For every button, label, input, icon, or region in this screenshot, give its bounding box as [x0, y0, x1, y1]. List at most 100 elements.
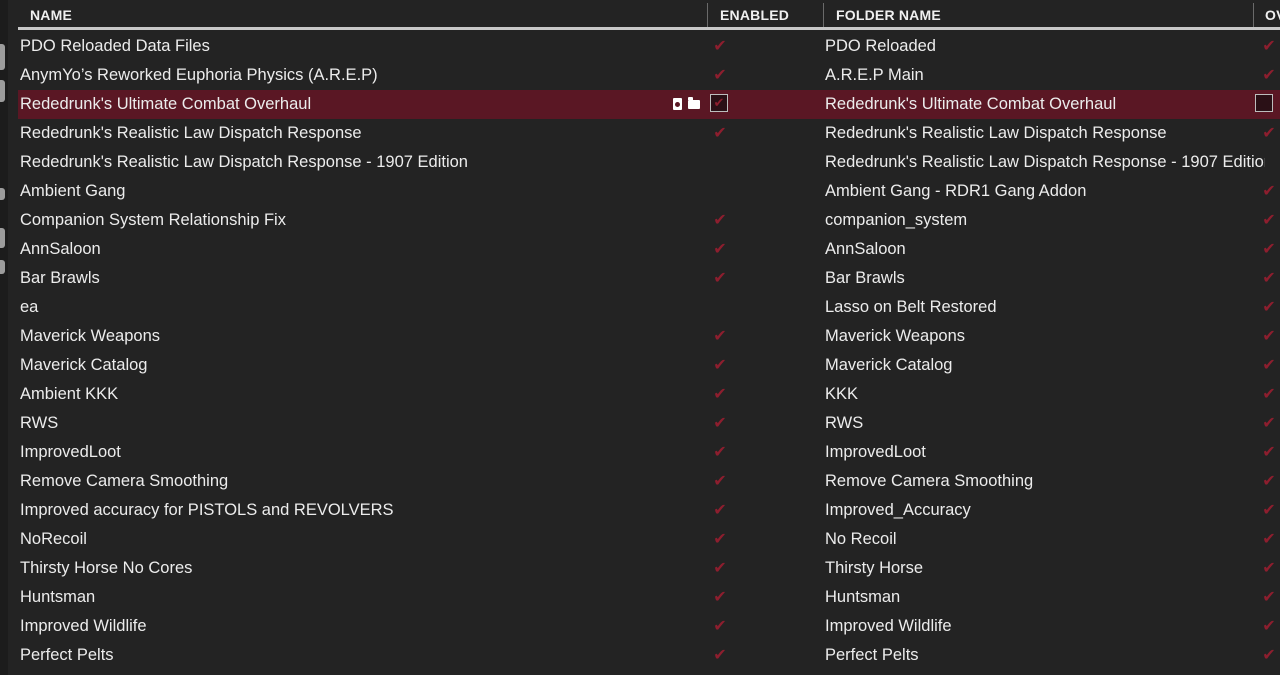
mod-name: ea — [20, 298, 39, 316]
folder-name: Thirsty Horse — [825, 559, 924, 577]
folder-name: Maverick Weapons — [825, 327, 966, 345]
table-row[interactable]: AnnSaloon ✔ ✔ AnnSaloon — [18, 235, 1280, 264]
mod-name: Huntsman — [20, 588, 96, 606]
table-row[interactable]: PDO Reloaded Data Files ✔ ✔ PDO Reloaded — [18, 32, 1280, 61]
folder-icon[interactable] — [688, 97, 700, 109]
enabled-checkmark-icon[interactable]: ✔ — [709, 32, 731, 61]
folder-name: PDO Reloaded — [825, 37, 936, 55]
mod-name: Thirsty Horse No Cores — [20, 559, 193, 577]
folder-name: No Recoil — [825, 530, 897, 548]
column-header-folder-name[interactable]: FOLDER NAME — [824, 0, 1252, 27]
enabled-checkmark-icon[interactable]: ✔ — [709, 264, 731, 293]
gutter-tab-handle[interactable] — [0, 260, 5, 274]
mod-name: Ambient KKK — [20, 385, 119, 403]
mod-name: Ambient Gang — [20, 182, 126, 200]
mod-name: Improved Wildlife — [20, 617, 147, 635]
file-icon[interactable] — [673, 98, 682, 110]
enabled-checkmark-icon[interactable]: ✔ — [709, 612, 731, 641]
table-row[interactable]: Bar Brawls ✔ ✔ Bar Brawls — [18, 264, 1280, 293]
table-row[interactable]: Ambient KKK ✔ ✔ KKK — [18, 380, 1280, 409]
gutter-tab-handle[interactable] — [0, 188, 5, 200]
table-row[interactable]: Thirsty Horse No Cores ✔ ✔ Thirsty Horse — [18, 554, 1280, 583]
mod-name: Improved accuracy for PISTOLS and REVOLV… — [20, 501, 394, 519]
folder-name: Lasso on Belt Restored — [825, 298, 997, 316]
enabled-checkmark-icon[interactable]: ✔ — [709, 119, 731, 148]
folder-name: Rededrunk's Ultimate Combat Overhaul — [825, 95, 1117, 113]
folder-name: Perfect Pelts — [825, 646, 919, 664]
table-row[interactable]: Maverick Weapons ✔ ✔ Maverick Weapons — [18, 322, 1280, 351]
mod-name: Bar Brawls — [20, 269, 100, 287]
table-header: NAME ENABLED FOLDER NAME OV — [18, 0, 1280, 30]
folder-name: KKK — [825, 385, 859, 403]
column-header-ov[interactable]: OV — [1254, 0, 1280, 27]
table-row[interactable]: ImprovedLoot ✔ ✔ ImprovedLoot — [18, 438, 1280, 467]
folder-name: RWS — [825, 414, 864, 432]
folder-name: Huntsman — [825, 588, 901, 606]
enabled-checkbox[interactable]: ✔ — [710, 94, 728, 112]
mod-list: PDO Reloaded Data Files ✔ ✔ PDO Reloaded Any… — [18, 32, 1280, 670]
table-row[interactable]: Maverick Catalog ✔ ✔ Maverick Catalog — [18, 351, 1280, 380]
folder-name: Bar Brawls — [825, 269, 905, 287]
table-row[interactable]: Rededrunk's Ultimate Combat Overhaul ✔ Red… — [18, 90, 1280, 119]
mod-name: AnnSaloon — [20, 240, 101, 258]
row-actions — [673, 90, 706, 119]
table-row[interactable]: Huntsman ✔ ✔ Huntsman — [18, 583, 1280, 612]
folder-name: Remove Camera Smoothing — [825, 472, 1034, 490]
mod-name: Rededrunk's Ultimate Combat Overhaul — [20, 95, 312, 113]
mod-name: RWS — [20, 414, 59, 432]
mod-name: ImprovedLoot — [20, 443, 121, 461]
gutter-tab-handle[interactable] — [0, 80, 5, 102]
folder-name: A.R.E.P Main — [825, 66, 924, 84]
table-row[interactable]: Rededrunk's Realistic Law Dispatch Respo… — [18, 119, 1280, 148]
table-row[interactable]: Ambient Gang ✔ Ambient Gang - RDR1 Gang Ad… — [18, 177, 1280, 206]
enabled-checkmark-icon[interactable]: ✔ — [709, 61, 731, 90]
mod-name: Maverick Weapons — [20, 327, 161, 345]
enabled-checkmark-icon[interactable]: ✔ — [709, 351, 731, 380]
table-row[interactable]: Perfect Pelts ✔ ✔ Perfect Pelts — [18, 641, 1280, 670]
table-row[interactable]: Improved accuracy for PISTOLS and REVOLV… — [18, 496, 1280, 525]
enabled-checkmark-icon[interactable]: ✔ — [709, 641, 731, 670]
folder-name: companion_system — [825, 211, 968, 229]
folder-name: AnnSaloon — [825, 240, 906, 258]
table-row[interactable]: Remove Camera Smoothing ✔ ✔ Remove Camera S… — [18, 467, 1280, 496]
folder-name: Improved Wildlife — [825, 617, 952, 635]
table-row[interactable]: RWS ✔ ✔ RWS — [18, 409, 1280, 438]
table-row[interactable]: AnymYo’s Reworked Euphoria Physics (A.R.… — [18, 61, 1280, 90]
table-row[interactable]: ea ✔ Lasso on Belt Restored — [18, 293, 1280, 322]
gutter-tab-handle[interactable] — [0, 228, 5, 248]
left-gutter — [0, 0, 8, 675]
mod-name: PDO Reloaded Data Files — [20, 37, 210, 55]
mod-name: AnymYo’s Reworked Euphoria Physics (A.R.… — [20, 66, 378, 84]
enabled-checkmark-icon[interactable]: ✔ — [709, 554, 731, 583]
folder-name: Maverick Catalog — [825, 356, 953, 374]
mod-name: Remove Camera Smoothing — [20, 472, 229, 490]
mod-name: NoRecoil — [20, 530, 87, 548]
enabled-checkmark-icon[interactable]: ✔ — [709, 409, 731, 438]
mod-manager-window: NAME ENABLED FOLDER NAME OV PDO Reloaded… — [0, 0, 1280, 675]
mod-name: Maverick Catalog — [20, 356, 148, 374]
mod-name: Perfect Pelts — [20, 646, 114, 664]
folder-name: ImprovedLoot — [825, 443, 926, 461]
enabled-checkmark-icon[interactable]: ✔ — [709, 380, 731, 409]
column-header-enabled[interactable]: ENABLED — [708, 0, 822, 27]
folder-name: Improved_Accuracy — [825, 501, 971, 519]
table-row[interactable]: Improved Wildlife ✔ ✔ Improved Wildlife — [18, 612, 1280, 641]
column-header-name[interactable]: NAME — [18, 0, 706, 27]
folder-name: Rededrunk's Realistic Law Dispatch Respo… — [825, 153, 1265, 171]
table-row[interactable]: NoRecoil ✔ ✔ No Recoil — [18, 525, 1280, 554]
mod-name: Rededrunk's Realistic Law Dispatch Respo… — [20, 153, 468, 171]
enabled-checkmark-icon[interactable]: ✔ — [709, 583, 731, 612]
enabled-checkmark-icon[interactable]: ✔ — [709, 525, 731, 554]
enabled-checkmark-icon[interactable]: ✔ — [709, 235, 731, 264]
enabled-checkmark-icon[interactable]: ✔ — [709, 496, 731, 525]
mod-name: Rededrunk's Realistic Law Dispatch Respo… — [20, 124, 362, 142]
table-row[interactable]: Companion System Relationship Fix ✔ ✔ compa… — [18, 206, 1280, 235]
folder-name: Rededrunk's Realistic Law Dispatch Respo… — [825, 124, 1167, 142]
gutter-tab-handle[interactable] — [0, 44, 5, 70]
enabled-checkmark-icon[interactable]: ✔ — [709, 206, 731, 235]
enabled-checkmark-icon[interactable]: ✔ — [709, 322, 731, 351]
table-row[interactable]: Rededrunk's Realistic Law Dispatch Respo… — [18, 148, 1280, 177]
enabled-checkmark-icon[interactable]: ✔ — [709, 438, 731, 467]
enabled-checkmark-icon[interactable]: ✔ — [709, 467, 731, 496]
folder-name: Ambient Gang - RDR1 Gang Addon — [825, 182, 1087, 200]
